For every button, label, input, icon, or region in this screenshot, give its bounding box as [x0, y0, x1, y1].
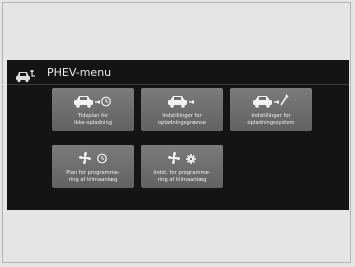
fan-clock-icon	[78, 151, 107, 165]
tile-label: Tidsplan for ikke-opladning	[73, 113, 113, 126]
tile-label: Indstillinger for opladningssystem	[247, 113, 295, 126]
tile-charging-limit-settings[interactable]: Indstillinger for opladningsgrænse	[141, 88, 223, 131]
tile-label: Indst. for programme- ring af klimaanlæg	[153, 170, 211, 183]
page-title: PHEV-menu	[47, 66, 112, 79]
car-plug-icon	[15, 68, 37, 83]
tile-charging-system-settings[interactable]: Indstillinger for opladningssystem	[230, 88, 312, 131]
tile-climate-programming-settings[interactable]: Indst. for programme- ring af klimaanlæg	[141, 145, 223, 188]
car-plug-clock-icon	[74, 96, 111, 108]
car-plug-icon	[168, 96, 194, 108]
fan-gear-icon	[167, 151, 196, 165]
tile-climate-programming-plan[interactable]: Plan for programme- ring af klimaanlæg	[52, 145, 134, 188]
header-divider	[7, 84, 349, 85]
tile-label: Indstillinger for opladningsgrænse	[157, 113, 207, 126]
tile-non-charging-schedule[interactable]: Tidsplan for ikke-opladning	[52, 88, 134, 131]
phev-menu-screen: PHEV-menu Tidsplan for ikke-opladning In…	[7, 60, 349, 210]
tile-label: Plan for programme- ring af klimaanlæg	[66, 170, 120, 183]
car-charging-system-icon	[253, 94, 289, 108]
